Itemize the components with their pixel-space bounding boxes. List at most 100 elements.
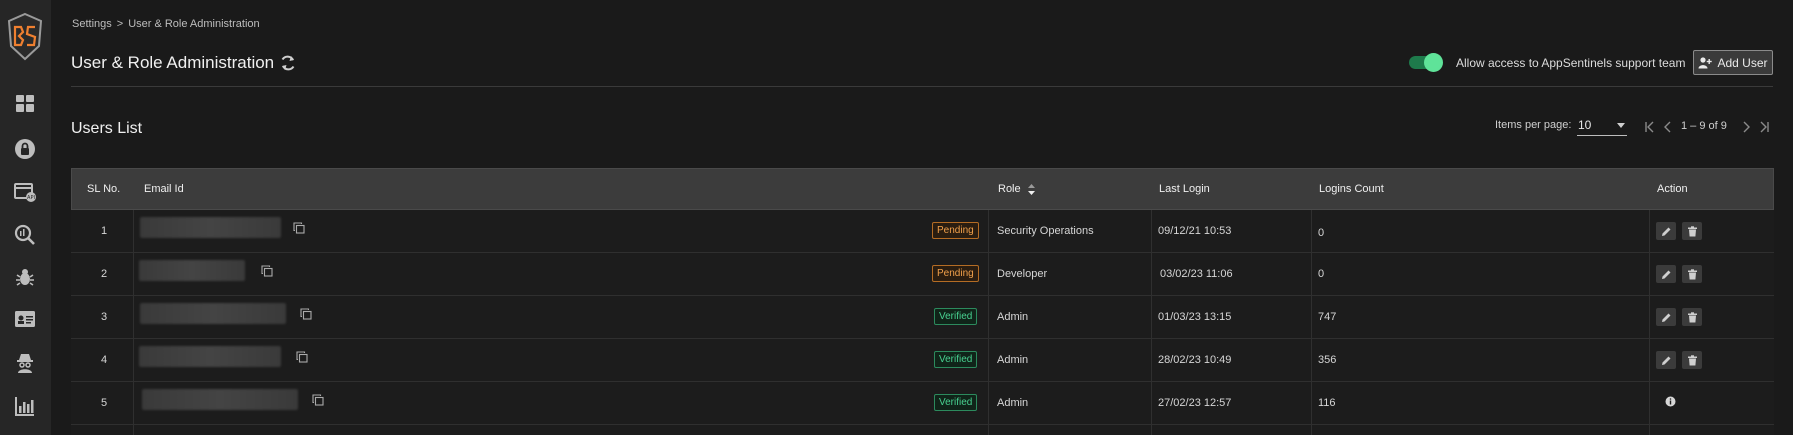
- nav-threats[interactable]: [12, 350, 38, 376]
- first-page-icon: [1645, 121, 1654, 133]
- table-header: SL No. Email Id Role Last Login Logins C…: [71, 168, 1774, 210]
- cell-last-login: 01/03/23 13:15: [1158, 311, 1232, 323]
- column-divider: [133, 210, 134, 435]
- nav-search[interactable]: [12, 222, 38, 248]
- items-per-page-select[interactable]: 10: [1577, 116, 1627, 136]
- header-role[interactable]: Role: [998, 183, 1021, 195]
- cell-last-login: 28/02/23 10:49: [1158, 354, 1232, 366]
- add-user-button[interactable]: Add User: [1693, 50, 1773, 75]
- cell-role: Admin: [997, 397, 1029, 409]
- page-title: User & Role Administration: [71, 53, 275, 72]
- cell-logins-count: 0: [1318, 268, 1325, 280]
- header-last-login: Last Login: [1159, 183, 1210, 195]
- edit-button[interactable]: [1656, 351, 1676, 369]
- table-row: 3 Verified Admin 01/03/23 13:15 747: [71, 296, 1774, 339]
- bar-chart-icon: [15, 397, 34, 416]
- column-divider: [1649, 210, 1650, 435]
- first-page-button[interactable]: [1643, 120, 1657, 134]
- chevron-down-icon: [1617, 123, 1625, 128]
- dashboard-icon: [16, 95, 34, 112]
- sort-icon[interactable]: [1027, 182, 1036, 197]
- breadcrumb-settings[interactable]: Settings: [72, 18, 112, 30]
- bug-icon: [16, 269, 34, 286]
- id-card-icon: [15, 311, 35, 327]
- header-email: Email Id: [144, 183, 184, 195]
- copy-icon[interactable]: [300, 308, 312, 320]
- support-access-label: Allow access to AppSentinels support tea…: [1456, 56, 1686, 70]
- users-list-title: Users List: [71, 120, 143, 137]
- nav-reports[interactable]: [12, 393, 38, 419]
- chevron-right-icon: [1743, 121, 1750, 133]
- column-divider: [1151, 210, 1152, 435]
- add-user-icon: [1698, 56, 1713, 68]
- delete-button[interactable]: [1682, 222, 1702, 240]
- cell-logins-count: 116: [1318, 397, 1336, 409]
- table-row: 2 Pending Developer 03/02/23 11:06 0: [71, 253, 1774, 296]
- delete-button[interactable]: [1682, 308, 1702, 326]
- trash-icon: [1687, 354, 1697, 365]
- table-row: 4 Verified Admin 28/02/23 10:49 356: [71, 339, 1774, 382]
- info-icon[interactable]: [1665, 396, 1676, 407]
- email-redacted: [139, 260, 245, 281]
- trash-icon: [1687, 311, 1697, 322]
- sidebar: API: [0, 0, 51, 435]
- refresh-icon[interactable]: [279, 54, 297, 72]
- nav-api[interactable]: API: [12, 179, 38, 205]
- nav-identity[interactable]: [12, 306, 38, 332]
- status-badge: Verified: [934, 394, 978, 411]
- last-page-button[interactable]: [1757, 120, 1771, 134]
- previous-page-button[interactable]: [1661, 120, 1675, 134]
- email-redacted: [140, 217, 281, 238]
- breadcrumb: Settings > User & Role Administration: [72, 18, 260, 30]
- next-page-button[interactable]: [1739, 120, 1753, 134]
- cell-role: Developer: [997, 268, 1048, 280]
- cell-logins-count: 0: [1318, 227, 1325, 239]
- edit-button[interactable]: [1656, 308, 1676, 326]
- cell-sl: 3: [101, 311, 108, 323]
- add-user-label: Add User: [1717, 55, 1768, 70]
- nav-vulnerabilities[interactable]: [12, 264, 38, 290]
- cell-logins-count: 356: [1318, 354, 1337, 366]
- status-badge: Verified: [934, 351, 978, 368]
- api-icon: API: [14, 183, 36, 202]
- edit-button[interactable]: [1656, 265, 1676, 283]
- cell-role: Admin: [997, 354, 1029, 366]
- appsentinels-logo[interactable]: [6, 12, 44, 62]
- status-badge: Pending: [932, 222, 979, 239]
- copy-icon[interactable]: [312, 394, 324, 406]
- items-per-page-value: 10: [1578, 118, 1592, 132]
- edit-button[interactable]: [1656, 222, 1676, 240]
- copy-icon[interactable]: [296, 351, 308, 363]
- cell-sl: 4: [101, 354, 108, 366]
- toggle-knob: [1424, 53, 1443, 72]
- breadcrumb-current: User & Role Administration: [128, 18, 260, 30]
- header-sl-no: SL No.: [87, 183, 121, 195]
- pencil-icon: [1661, 227, 1670, 236]
- last-page-icon: [1760, 121, 1769, 133]
- delete-button[interactable]: [1682, 265, 1702, 283]
- delete-button[interactable]: [1682, 351, 1702, 369]
- nav-security[interactable]: [12, 136, 38, 162]
- table-row: 5 Verified Admin 27/02/23 12:57 116: [71, 382, 1774, 425]
- search-icon: [14, 224, 35, 245]
- main-content: Settings > User & Role Administration User…: [51, 0, 1793, 435]
- cell-role: Security Operations: [997, 225, 1094, 237]
- copy-icon[interactable]: [261, 265, 273, 277]
- trash-icon: [1687, 268, 1697, 279]
- cell-last-login: 03/02/23 11:06: [1160, 268, 1233, 280]
- nav-dashboard[interactable]: [12, 91, 38, 117]
- header-divider: [71, 86, 1773, 87]
- header-action: Action: [1657, 183, 1688, 195]
- status-badge: Pending: [932, 265, 979, 282]
- copy-icon[interactable]: [293, 222, 305, 234]
- cell-last-login: 09/12/21 10:53: [1158, 225, 1232, 237]
- support-access-toggle[interactable]: [1409, 53, 1443, 72]
- header-logins-count: Logins Count: [1319, 183, 1384, 195]
- cell-logins-count: 747: [1318, 311, 1337, 323]
- pencil-icon: [1661, 313, 1670, 322]
- column-divider: [988, 210, 989, 435]
- table-row: 1 Pending Security Operations 09/12/21 1…: [71, 210, 1774, 253]
- table-row: [71, 425, 1774, 435]
- cell-role: Admin: [997, 311, 1029, 323]
- breadcrumb-separator: >: [116, 18, 124, 30]
